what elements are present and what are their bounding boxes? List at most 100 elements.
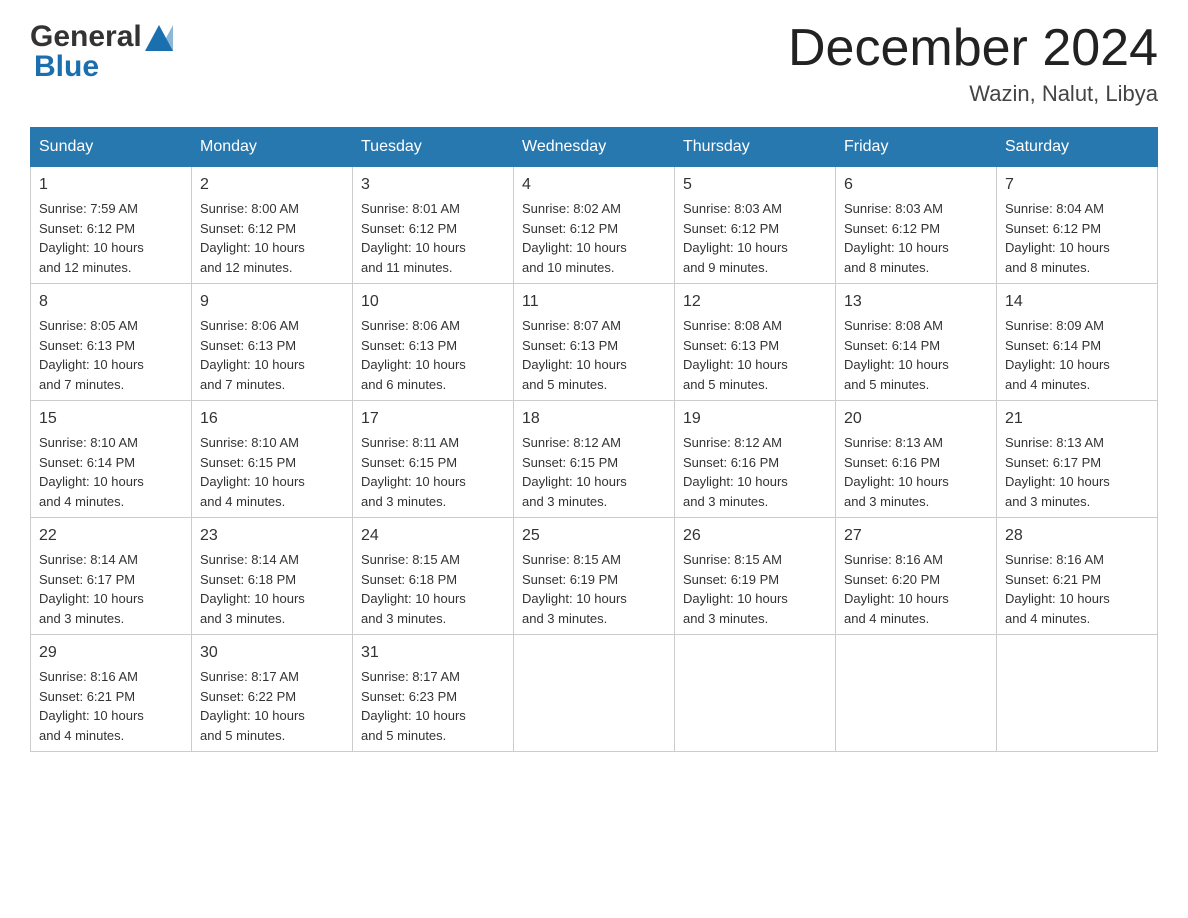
- day-number: 16: [200, 407, 344, 431]
- calendar-cell: 7 Sunrise: 8:04 AMSunset: 6:12 PMDayligh…: [997, 167, 1158, 284]
- day-info: Sunrise: 8:08 AMSunset: 6:14 PMDaylight:…: [844, 318, 949, 392]
- day-number: 7: [1005, 173, 1149, 197]
- calendar-cell: 24 Sunrise: 8:15 AMSunset: 6:18 PMDaylig…: [353, 518, 514, 635]
- day-number: 13: [844, 290, 988, 314]
- week-row-3: 15 Sunrise: 8:10 AMSunset: 6:14 PMDaylig…: [31, 401, 1158, 518]
- day-number: 12: [683, 290, 827, 314]
- day-info: Sunrise: 8:13 AMSunset: 6:17 PMDaylight:…: [1005, 435, 1110, 509]
- day-info: Sunrise: 8:05 AMSunset: 6:13 PMDaylight:…: [39, 318, 144, 392]
- day-number: 11: [522, 290, 666, 314]
- day-info: Sunrise: 8:07 AMSunset: 6:13 PMDaylight:…: [522, 318, 627, 392]
- calendar-cell: [675, 635, 836, 752]
- week-row-5: 29 Sunrise: 8:16 AMSunset: 6:21 PMDaylig…: [31, 635, 1158, 752]
- logo: General Blue: [30, 20, 173, 84]
- logo-icon: [145, 25, 173, 51]
- day-number: 19: [683, 407, 827, 431]
- day-info: Sunrise: 8:01 AMSunset: 6:12 PMDaylight:…: [361, 201, 466, 275]
- month-title: December 2024: [788, 20, 1158, 77]
- day-info: Sunrise: 8:03 AMSunset: 6:12 PMDaylight:…: [844, 201, 949, 275]
- calendar-cell: 2 Sunrise: 8:00 AMSunset: 6:12 PMDayligh…: [192, 167, 353, 284]
- calendar-cell: [997, 635, 1158, 752]
- day-info: Sunrise: 8:10 AMSunset: 6:14 PMDaylight:…: [39, 435, 144, 509]
- day-info: Sunrise: 8:09 AMSunset: 6:14 PMDaylight:…: [1005, 318, 1110, 392]
- day-number: 4: [522, 173, 666, 197]
- day-number: 30: [200, 641, 344, 665]
- calendar-cell: 13 Sunrise: 8:08 AMSunset: 6:14 PMDaylig…: [836, 284, 997, 401]
- day-number: 18: [522, 407, 666, 431]
- day-info: Sunrise: 8:15 AMSunset: 6:19 PMDaylight:…: [522, 552, 627, 626]
- day-info: Sunrise: 8:00 AMSunset: 6:12 PMDaylight:…: [200, 201, 305, 275]
- day-info: Sunrise: 8:06 AMSunset: 6:13 PMDaylight:…: [361, 318, 466, 392]
- day-info: Sunrise: 8:13 AMSunset: 6:16 PMDaylight:…: [844, 435, 949, 509]
- calendar-cell: 1 Sunrise: 7:59 AMSunset: 6:12 PMDayligh…: [31, 167, 192, 284]
- page-header: General Blue December 2024 Wazin, Nalut,…: [30, 20, 1158, 107]
- calendar-cell: 14 Sunrise: 8:09 AMSunset: 6:14 PMDaylig…: [997, 284, 1158, 401]
- day-number: 28: [1005, 524, 1149, 548]
- weekday-header-wednesday: Wednesday: [514, 128, 675, 167]
- day-info: Sunrise: 8:15 AMSunset: 6:19 PMDaylight:…: [683, 552, 788, 626]
- calendar-cell: 25 Sunrise: 8:15 AMSunset: 6:19 PMDaylig…: [514, 518, 675, 635]
- weekday-header-row: SundayMondayTuesdayWednesdayThursdayFrid…: [31, 128, 1158, 167]
- day-number: 10: [361, 290, 505, 314]
- calendar-cell: 21 Sunrise: 8:13 AMSunset: 6:17 PMDaylig…: [997, 401, 1158, 518]
- calendar-table: SundayMondayTuesdayWednesdayThursdayFrid…: [30, 127, 1158, 752]
- day-info: Sunrise: 8:12 AMSunset: 6:15 PMDaylight:…: [522, 435, 627, 509]
- week-row-2: 8 Sunrise: 8:05 AMSunset: 6:13 PMDayligh…: [31, 284, 1158, 401]
- calendar-cell: 31 Sunrise: 8:17 AMSunset: 6:23 PMDaylig…: [353, 635, 514, 752]
- day-number: 14: [1005, 290, 1149, 314]
- day-info: Sunrise: 8:08 AMSunset: 6:13 PMDaylight:…: [683, 318, 788, 392]
- calendar-cell: 26 Sunrise: 8:15 AMSunset: 6:19 PMDaylig…: [675, 518, 836, 635]
- day-number: 31: [361, 641, 505, 665]
- calendar-cell: 4 Sunrise: 8:02 AMSunset: 6:12 PMDayligh…: [514, 167, 675, 284]
- day-info: Sunrise: 8:17 AMSunset: 6:23 PMDaylight:…: [361, 669, 466, 743]
- calendar-cell: 11 Sunrise: 8:07 AMSunset: 6:13 PMDaylig…: [514, 284, 675, 401]
- weekday-header-tuesday: Tuesday: [353, 128, 514, 167]
- calendar-cell: 28 Sunrise: 8:16 AMSunset: 6:21 PMDaylig…: [997, 518, 1158, 635]
- calendar-cell: 20 Sunrise: 8:13 AMSunset: 6:16 PMDaylig…: [836, 401, 997, 518]
- weekday-header-sunday: Sunday: [31, 128, 192, 167]
- day-number: 21: [1005, 407, 1149, 431]
- week-row-4: 22 Sunrise: 8:14 AMSunset: 6:17 PMDaylig…: [31, 518, 1158, 635]
- day-info: Sunrise: 8:16 AMSunset: 6:20 PMDaylight:…: [844, 552, 949, 626]
- calendar-cell: 12 Sunrise: 8:08 AMSunset: 6:13 PMDaylig…: [675, 284, 836, 401]
- day-number: 5: [683, 173, 827, 197]
- day-info: Sunrise: 8:11 AMSunset: 6:15 PMDaylight:…: [361, 435, 466, 509]
- day-info: Sunrise: 8:14 AMSunset: 6:17 PMDaylight:…: [39, 552, 144, 626]
- day-number: 24: [361, 524, 505, 548]
- calendar-cell: 22 Sunrise: 8:14 AMSunset: 6:17 PMDaylig…: [31, 518, 192, 635]
- calendar-cell: 16 Sunrise: 8:10 AMSunset: 6:15 PMDaylig…: [192, 401, 353, 518]
- day-info: Sunrise: 8:16 AMSunset: 6:21 PMDaylight:…: [39, 669, 144, 743]
- calendar-cell: 30 Sunrise: 8:17 AMSunset: 6:22 PMDaylig…: [192, 635, 353, 752]
- day-info: Sunrise: 8:10 AMSunset: 6:15 PMDaylight:…: [200, 435, 305, 509]
- day-number: 20: [844, 407, 988, 431]
- calendar-cell: 8 Sunrise: 8:05 AMSunset: 6:13 PMDayligh…: [31, 284, 192, 401]
- day-number: 6: [844, 173, 988, 197]
- calendar-cell: 18 Sunrise: 8:12 AMSunset: 6:15 PMDaylig…: [514, 401, 675, 518]
- day-number: 17: [361, 407, 505, 431]
- day-info: Sunrise: 8:04 AMSunset: 6:12 PMDaylight:…: [1005, 201, 1110, 275]
- weekday-header-saturday: Saturday: [997, 128, 1158, 167]
- day-info: Sunrise: 8:02 AMSunset: 6:12 PMDaylight:…: [522, 201, 627, 275]
- calendar-cell: [514, 635, 675, 752]
- calendar-cell: 10 Sunrise: 8:06 AMSunset: 6:13 PMDaylig…: [353, 284, 514, 401]
- week-row-1: 1 Sunrise: 7:59 AMSunset: 6:12 PMDayligh…: [31, 167, 1158, 284]
- title-block: December 2024 Wazin, Nalut, Libya: [788, 20, 1158, 107]
- day-info: Sunrise: 8:15 AMSunset: 6:18 PMDaylight:…: [361, 552, 466, 626]
- day-number: 27: [844, 524, 988, 548]
- day-number: 23: [200, 524, 344, 548]
- day-number: 3: [361, 173, 505, 197]
- day-info: Sunrise: 8:17 AMSunset: 6:22 PMDaylight:…: [200, 669, 305, 743]
- day-info: Sunrise: 8:03 AMSunset: 6:12 PMDaylight:…: [683, 201, 788, 275]
- day-info: Sunrise: 8:06 AMSunset: 6:13 PMDaylight:…: [200, 318, 305, 392]
- day-number: 2: [200, 173, 344, 197]
- calendar-cell: 17 Sunrise: 8:11 AMSunset: 6:15 PMDaylig…: [353, 401, 514, 518]
- day-number: 29: [39, 641, 183, 665]
- day-number: 1: [39, 173, 183, 197]
- calendar-cell: 9 Sunrise: 8:06 AMSunset: 6:13 PMDayligh…: [192, 284, 353, 401]
- day-number: 26: [683, 524, 827, 548]
- day-number: 25: [522, 524, 666, 548]
- logo-blue-text: Blue: [34, 50, 99, 84]
- weekday-header-thursday: Thursday: [675, 128, 836, 167]
- day-number: 8: [39, 290, 183, 314]
- calendar-cell: 27 Sunrise: 8:16 AMSunset: 6:20 PMDaylig…: [836, 518, 997, 635]
